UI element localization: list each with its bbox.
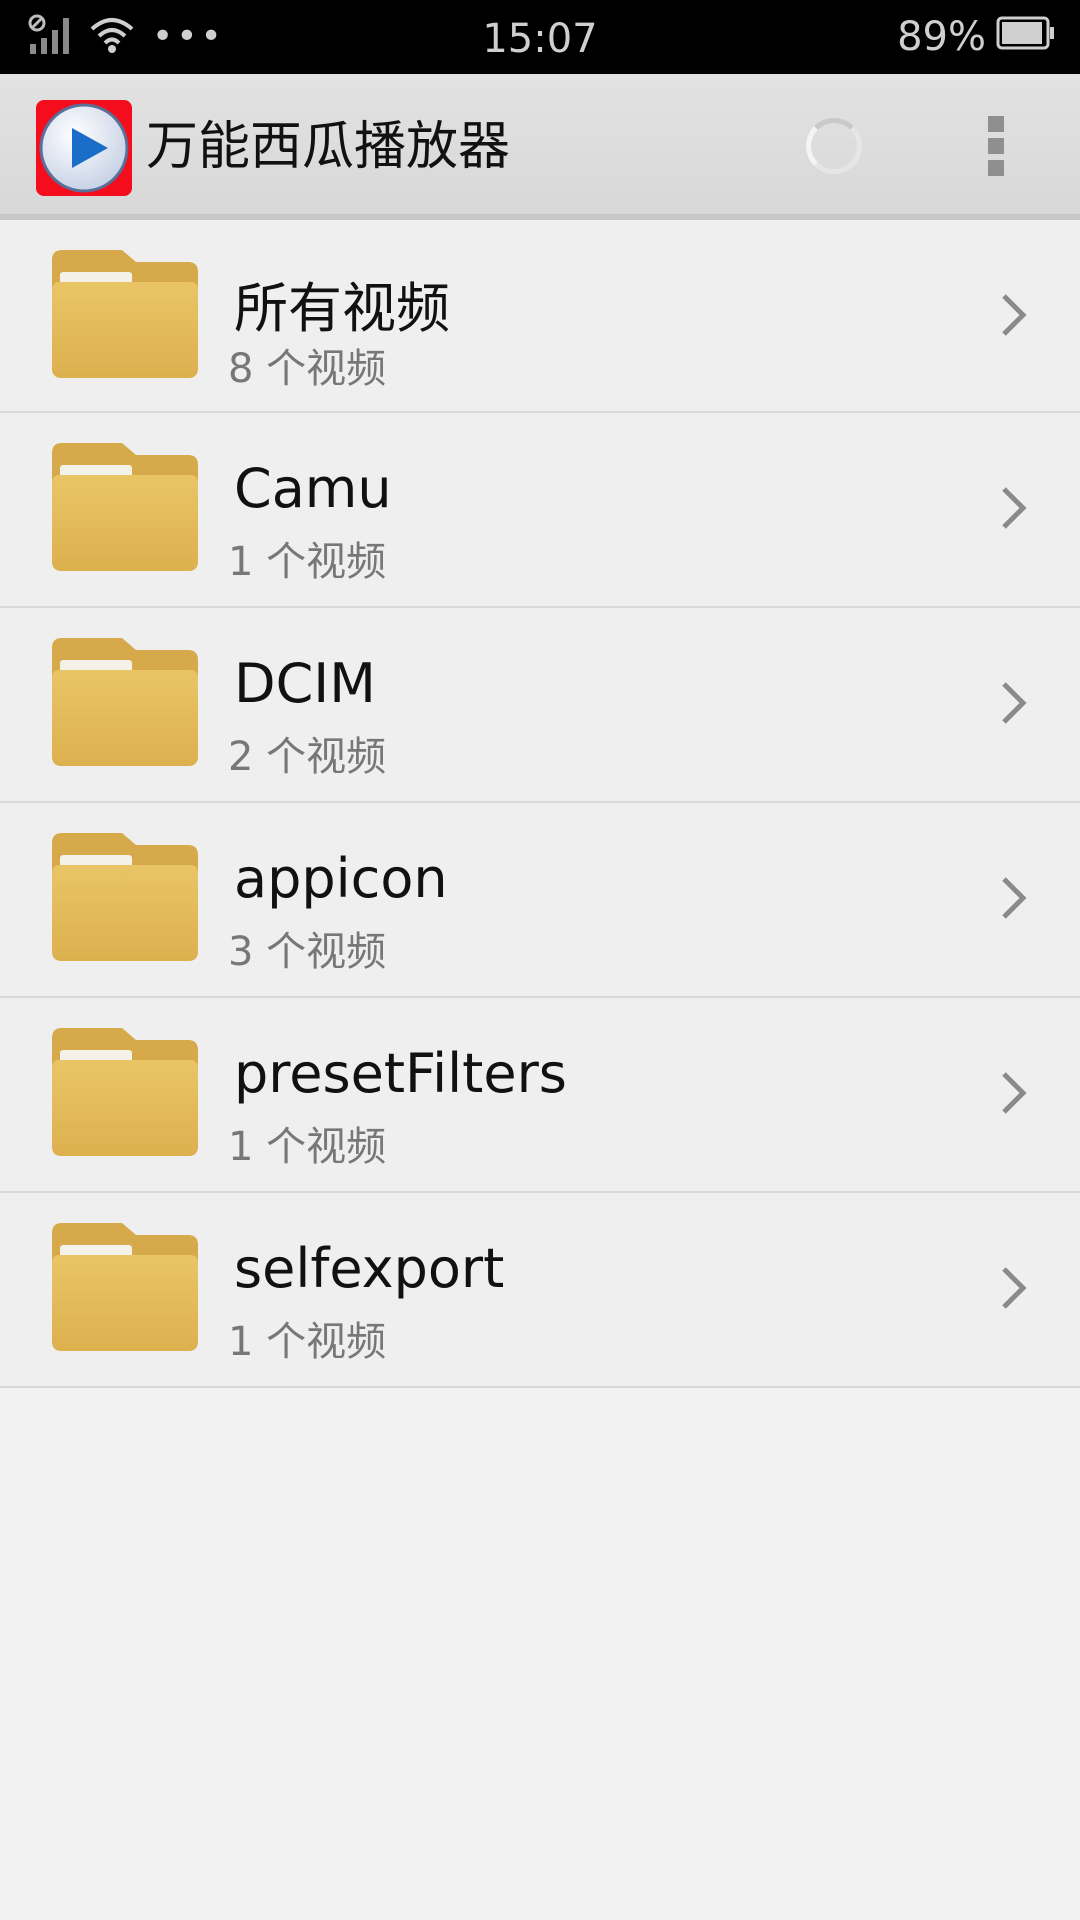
chevron-right-icon: [998, 1265, 1028, 1311]
folder-icon: [52, 638, 198, 766]
chevron-right-icon: [998, 875, 1028, 921]
folder-name: appicon: [234, 847, 448, 910]
folder-name: DCIM: [234, 652, 376, 715]
folder-video-count: 1 个视频: [228, 1124, 387, 1170]
folder-video-count: 2 个视频: [228, 734, 387, 780]
folder-icon: [52, 250, 198, 378]
folder-list-item[interactable]: appicon 3 个视频: [0, 803, 1080, 998]
app-bar: 万能西瓜播放器: [0, 74, 1080, 220]
folder-list-item[interactable]: selfexport 1 个视频: [0, 1193, 1080, 1388]
status-bar: ••• 15:07 89%: [0, 0, 1080, 74]
folder-name: Camu: [234, 457, 392, 520]
folder-video-count: 3 个视频: [228, 929, 387, 975]
chevron-right-icon: [998, 680, 1028, 726]
folder-list-item[interactable]: DCIM 2 个视频: [0, 608, 1080, 803]
folder-video-count: 8 个视频: [228, 346, 387, 392]
folder-name: 所有视频: [234, 277, 450, 340]
folder-list-item[interactable]: presetFilters 1 个视频: [0, 998, 1080, 1193]
folder-name: presetFilters: [234, 1042, 567, 1105]
battery-icon: [996, 14, 1056, 60]
folder-video-count: 1 个视频: [228, 539, 387, 585]
folder-list-item[interactable]: 所有视频 8 个视频: [0, 220, 1080, 413]
folder-icon: [52, 1223, 198, 1351]
overflow-menu-icon[interactable]: [988, 116, 1004, 176]
play-logo-icon[interactable]: [36, 100, 132, 196]
battery-percent: 89%: [897, 14, 986, 60]
loading-spinner-icon: [806, 118, 862, 174]
folder-list-item[interactable]: Camu 1 个视频: [0, 413, 1080, 608]
folder-list: 所有视频 8 个视频 Camu 1 个视频 DCIM 2 个视频 appicon…: [0, 220, 1080, 1388]
folder-video-count: 1 个视频: [228, 1319, 387, 1365]
folder-name: selfexport: [234, 1237, 505, 1300]
chevron-right-icon: [998, 485, 1028, 531]
folder-icon: [52, 833, 198, 961]
folder-icon: [52, 1028, 198, 1156]
app-title: 万能西瓜播放器: [146, 117, 511, 177]
status-icons-right: 89%: [897, 0, 1056, 74]
chevron-right-icon: [998, 292, 1028, 338]
chevron-right-icon: [998, 1070, 1028, 1116]
folder-icon: [52, 443, 198, 571]
